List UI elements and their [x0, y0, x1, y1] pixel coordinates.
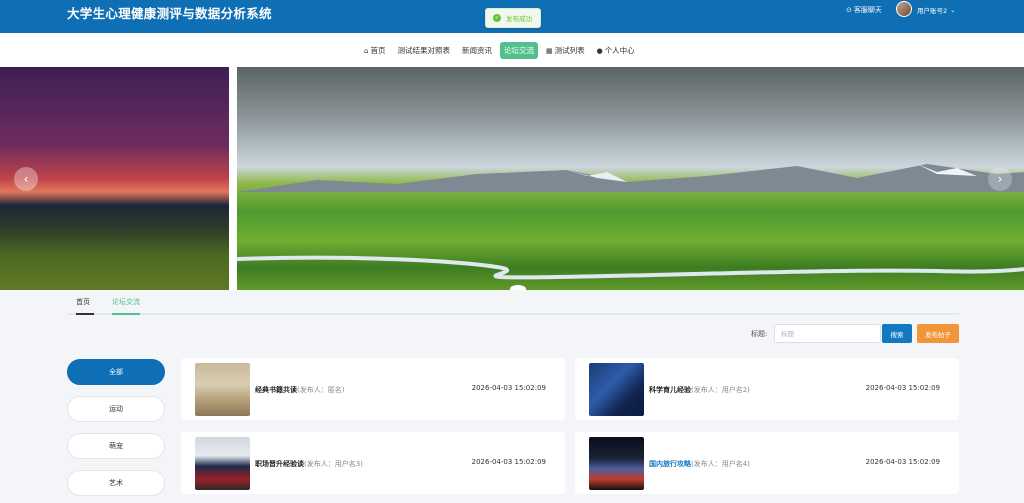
nav-item-label: 新闻资讯	[461, 46, 492, 55]
post-author: (发布人：匿名)	[297, 386, 345, 394]
chevron-down-icon: ⌄	[950, 6, 956, 14]
category-all[interactable]: 全部	[67, 359, 165, 385]
breadcrumb-forum[interactable]: 论坛交流	[112, 290, 140, 315]
chat-label: 客服聊天	[853, 6, 882, 14]
post-card[interactable]: 国内旅行攻略(发布人：用户名4) 2026-04-03 15:02:09	[575, 432, 959, 494]
avatar[interactable]	[896, 1, 912, 17]
river	[237, 255, 1024, 280]
publish-post-button[interactable]: 发布帖子	[917, 324, 959, 343]
toast-message: 发布成功	[506, 15, 532, 23]
post-card[interactable]: 经典书籍共读(发布人：匿名) 2026-04-03 15:02:09	[181, 358, 565, 420]
banner-carousel: ‹ ›	[0, 67, 1024, 290]
nav-item-label: 测试结果对照表	[397, 46, 450, 55]
mountain-range	[237, 164, 1024, 192]
title-search-label: 标题:	[751, 330, 768, 338]
nav-item-label: 论坛交流	[503, 46, 534, 55]
user-menu[interactable]: 用户账号2 ⌄	[917, 5, 956, 15]
main-nav: ⌂ 首页 测试结果对照表 新闻资讯 论坛交流 ▦ 测试列表 ● 个人中心	[0, 33, 1024, 67]
post-author: (发布人：用户名3)	[304, 460, 363, 468]
nav-item-news[interactable]: 新闻资讯	[458, 42, 496, 59]
search-button[interactable]: 搜索	[882, 324, 912, 343]
nav-item-forum[interactable]: 论坛交流	[499, 42, 538, 59]
nav-item-result-table[interactable]: 测试结果对照表	[393, 42, 454, 59]
post-date: 2026-04-03 15:02:09	[865, 384, 940, 392]
post-date: 2026-04-03 15:02:09	[865, 458, 940, 466]
nav-item-profile[interactable]: ● 个人中心	[593, 42, 639, 59]
post-title[interactable]: 科学育儿经验(发布人：用户名2)	[649, 385, 750, 395]
post-date: 2026-04-03 15:02:09	[471, 458, 546, 466]
post-card[interactable]: 科学育儿经验(发布人：用户名2) 2026-04-03 15:02:09	[575, 358, 959, 420]
user-icon: ●	[596, 46, 603, 55]
carousel-prev-button[interactable]: ‹	[14, 167, 38, 191]
grid-icon: ▦	[545, 46, 553, 55]
post-card[interactable]: 职场晋升经验谈(发布人：用户名3) 2026-04-03 15:02:09	[181, 432, 565, 494]
success-toast: ✓ 发布成功	[485, 8, 541, 28]
post-thumbnail[interactable]	[195, 437, 250, 490]
home-icon: ⌂	[364, 46, 369, 55]
post-date: 2026-04-03 15:02:09	[471, 384, 546, 392]
nav-item-label: 个人中心	[604, 46, 635, 55]
post-title[interactable]: 经典书籍共读(发布人：匿名)	[255, 385, 344, 395]
title-search-input[interactable]	[774, 324, 881, 343]
post-author: (发布人：用户名4)	[691, 460, 750, 468]
breadcrumb: 首页 论坛交流	[67, 290, 959, 315]
check-circle-icon: ✓	[493, 14, 501, 22]
nav-item-label: 首页	[370, 46, 386, 55]
breadcrumb-home[interactable]: 首页	[76, 290, 94, 315]
nav-item-home[interactable]: ⌂ 首页	[360, 42, 389, 59]
post-thumbnail[interactable]	[195, 363, 250, 416]
post-thumbnail[interactable]	[589, 363, 644, 416]
category-pets[interactable]: 萌宠	[67, 433, 165, 459]
category-art[interactable]: 艺术	[67, 470, 165, 496]
post-author: (发布人：用户名2)	[691, 386, 750, 394]
user-name: 用户账号2	[917, 7, 948, 15]
post-title[interactable]: 职场晋升经验谈(发布人：用户名3)	[255, 459, 363, 469]
carousel-next-button[interactable]: ›	[988, 167, 1012, 191]
chat-icon: ⊙	[846, 6, 852, 14]
post-title[interactable]: 国内旅行攻略(发布人：用户名4)	[649, 459, 750, 469]
customer-chat-link[interactable]: ⊙ 客服聊天	[846, 5, 882, 15]
nav-item-label: 测试列表	[554, 46, 585, 55]
nav-item-test-list[interactable]: ▦ 测试列表	[542, 42, 589, 59]
app-title: 大学生心理健康测评与数据分析系统	[67, 6, 272, 21]
category-sports[interactable]: 运动	[67, 396, 165, 422]
post-thumbnail[interactable]	[589, 437, 644, 490]
